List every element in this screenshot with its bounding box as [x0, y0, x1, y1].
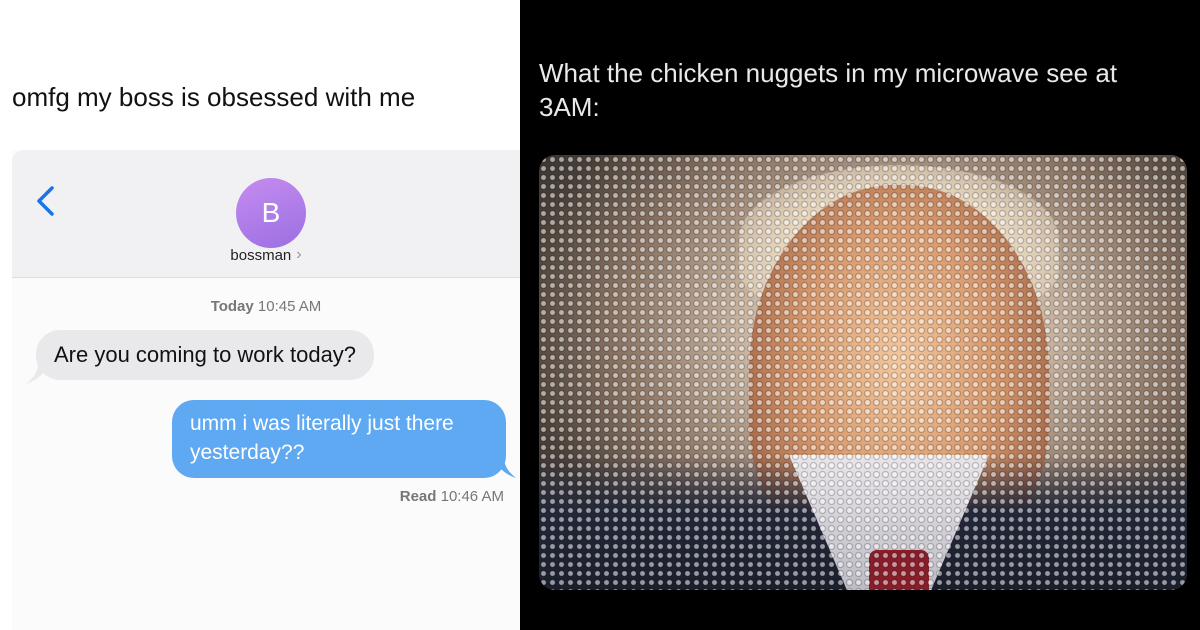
- timestamp-day: Today: [210, 298, 254, 315]
- timestamp-time: 10:45 AM: [257, 298, 322, 315]
- outgoing-message-bubble[interactable]: umm i was literally just there yesterday…: [172, 400, 506, 478]
- message-timestamp: Today 10:45 AM: [12, 298, 520, 315]
- contact-name: bossman: [230, 246, 292, 264]
- left-meme-panel: omfg my boss is obsessed with me B bossm…: [0, 0, 520, 630]
- conversation-header: B bossman ›: [12, 150, 520, 278]
- contact-name-row[interactable]: bossman ›: [12, 246, 520, 264]
- right-caption: What the chicken nuggets in my microwave…: [539, 58, 1118, 122]
- chevron-left-icon[interactable]: [34, 184, 56, 218]
- read-label: Read: [399, 488, 437, 505]
- left-caption: omfg my boss is obsessed with me: [12, 82, 416, 112]
- contact-avatar[interactable]: B: [236, 178, 306, 248]
- microwave-mesh-photo: [539, 155, 1187, 590]
- incoming-message-bubble[interactable]: Are you coming to work today?: [36, 330, 375, 380]
- read-time: 10:46 AM: [440, 488, 504, 505]
- read-receipt: Read 10:46 AM: [400, 488, 504, 505]
- message-screenshot: B bossman › Today 10:45 AM Are you comin…: [12, 150, 520, 630]
- chevron-right-icon: ›: [296, 246, 302, 263]
- right-meme-panel: What the chicken nuggets in my microwave…: [527, 0, 1200, 630]
- microwave-mesh-overlay: [539, 155, 1187, 590]
